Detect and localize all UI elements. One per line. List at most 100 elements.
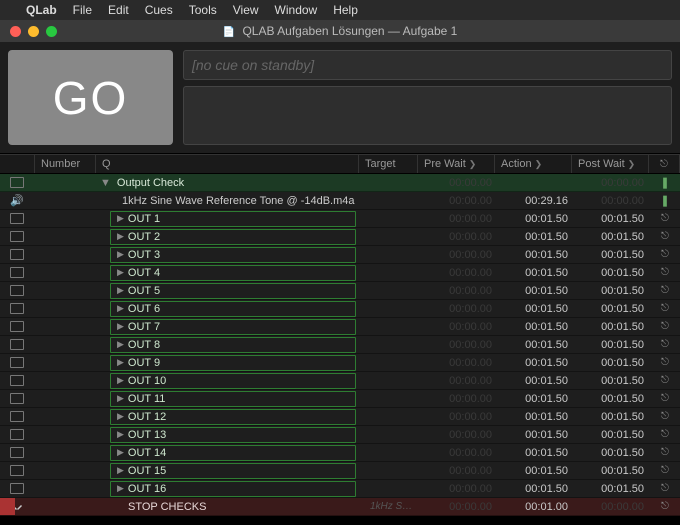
action-value[interactable]: 00:01.50: [498, 213, 574, 225]
action-value[interactable]: 00:29.16: [498, 195, 574, 207]
continue-mode-icon[interactable]: ⎋: [661, 357, 669, 368]
cue-name-box[interactable]: ▶OUT 16: [110, 481, 356, 497]
cue-name-box[interactable]: ▶OUT 5: [110, 283, 356, 299]
action-value[interactable]: 00:01.50: [498, 285, 574, 297]
postwait-value[interactable]: 00:01.50: [574, 447, 650, 459]
prewait-value[interactable]: 00:00.00: [422, 285, 498, 297]
action-value[interactable]: 00:01.50: [498, 231, 574, 243]
menu-edit[interactable]: Edit: [108, 3, 129, 17]
cue-name-box[interactable]: ▶OUT 1: [110, 211, 356, 227]
continue-mode-icon[interactable]: ⎋: [661, 411, 669, 422]
prewait-value[interactable]: 00:00.00: [422, 267, 498, 279]
prewait-value[interactable]: 00:00.00: [422, 177, 498, 189]
prewait-value[interactable]: 00:00.00: [422, 447, 498, 459]
disclosure-right-icon[interactable]: ▶: [117, 465, 124, 476]
fade-cue-row[interactable]: ▶OUT 700:00.0000:01.5000:01.50⎋: [0, 318, 680, 336]
menu-file[interactable]: File: [73, 3, 92, 17]
fade-cue-row[interactable]: ▶OUT 400:00.0000:01.5000:01.50⎋: [0, 264, 680, 282]
postwait-value[interactable]: 00:01.50: [574, 339, 650, 351]
menu-view[interactable]: View: [233, 3, 259, 17]
col-continue[interactable]: ⎋: [649, 155, 680, 173]
window-zoom-button[interactable]: [46, 26, 57, 37]
cue-list[interactable]: ▼Output Check 00:00.00 00:00.00 ❚ 🔊 1kHz…: [0, 174, 680, 516]
action-value[interactable]: 00:01.50: [498, 411, 574, 423]
prewait-value[interactable]: 00:00.00: [422, 339, 498, 351]
continue-mode-icon[interactable]: ❚: [660, 194, 669, 207]
disclosure-right-icon[interactable]: ▶: [117, 231, 124, 242]
continue-mode-icon[interactable]: ⎋: [661, 231, 669, 242]
prewait-value[interactable]: 00:00.00: [422, 465, 498, 477]
col-prewait[interactable]: Pre Wait❯: [418, 155, 495, 173]
fade-cue-row[interactable]: ▶OUT 1600:00.0000:01.5000:01.50⎋: [0, 480, 680, 498]
disclosure-right-icon[interactable]: ▶: [117, 411, 124, 422]
fade-cue-row[interactable]: ▶OUT 900:00.0000:01.5000:01.50⎋: [0, 354, 680, 372]
fade-cue-row[interactable]: ▶OUT 100:00.0000:01.5000:01.50⎋: [0, 210, 680, 228]
postwait-value[interactable]: 00:01.50: [574, 411, 650, 423]
continue-mode-icon[interactable]: ⎋: [661, 465, 669, 476]
action-value[interactable]: 00:01.50: [498, 321, 574, 333]
disclosure-right-icon[interactable]: ▶: [117, 339, 124, 350]
continue-mode-icon[interactable]: ⎋: [661, 393, 669, 404]
window-titlebar[interactable]: 📄 QLAB Aufgaben Lösungen — Aufgabe 1: [0, 20, 680, 42]
disclosure-right-icon[interactable]: ▶: [117, 393, 124, 404]
postwait-value[interactable]: 00:00.00: [574, 501, 650, 513]
continue-mode-icon[interactable]: ⎋: [661, 213, 669, 224]
cue-name-box[interactable]: ▶OUT 14: [110, 445, 356, 461]
continue-mode-icon[interactable]: ⎋: [661, 339, 669, 350]
continue-mode-icon[interactable]: ⎋: [661, 285, 669, 296]
fade-cue-row[interactable]: ▶OUT 500:00.0000:01.5000:01.50⎋: [0, 282, 680, 300]
cue-name-box[interactable]: ▶OUT 4: [110, 265, 356, 281]
fade-cue-row[interactable]: ▶OUT 1100:00.0000:01.5000:01.50⎋: [0, 390, 680, 408]
disclosure-right-icon[interactable]: ▶: [117, 249, 124, 260]
menu-cues[interactable]: Cues: [145, 3, 173, 17]
postwait-value[interactable]: 00:01.50: [574, 321, 650, 333]
postwait-value[interactable]: 00:01.50: [574, 267, 650, 279]
prewait-value[interactable]: 00:00.00: [422, 321, 498, 333]
prewait-value[interactable]: 00:00.00: [422, 357, 498, 369]
cue-name-box[interactable]: ▶OUT 15: [110, 463, 356, 479]
action-value[interactable]: 00:01.50: [498, 303, 574, 315]
app-menu[interactable]: QLab: [26, 3, 57, 17]
action-value[interactable]: 00:01.50: [498, 339, 574, 351]
target-value[interactable]: 1kHz S…: [364, 501, 422, 512]
prewait-value[interactable]: 00:00.00: [422, 231, 498, 243]
cue-name-box[interactable]: ▶OUT 2: [110, 229, 356, 245]
postwait-value[interactable]: 00:00.00: [574, 177, 650, 189]
menu-help[interactable]: Help: [333, 3, 358, 17]
cue-name-box[interactable]: ▶OUT 13: [110, 427, 356, 443]
prewait-value[interactable]: 00:00.00: [422, 411, 498, 423]
action-value[interactable]: 00:01.50: [498, 465, 574, 477]
postwait-value[interactable]: 00:01.50: [574, 465, 650, 477]
col-number[interactable]: Number: [35, 155, 96, 173]
postwait-value[interactable]: 00:01.50: [574, 249, 650, 261]
window-minimize-button[interactable]: [28, 26, 39, 37]
cue-name-box[interactable]: ▶OUT 9: [110, 355, 356, 371]
disclosure-down-icon[interactable]: ▼: [100, 177, 111, 189]
postwait-value[interactable]: 00:00.00: [574, 195, 650, 207]
fade-cue-row[interactable]: ▶OUT 300:00.0000:01.5000:01.50⎋: [0, 246, 680, 264]
col-target[interactable]: Target: [359, 155, 418, 173]
prewait-value[interactable]: 00:00.00: [422, 393, 498, 405]
cue-name-box[interactable]: ▶OUT 3: [110, 247, 356, 263]
postwait-value[interactable]: 00:01.50: [574, 375, 650, 387]
postwait-value[interactable]: 00:01.50: [574, 429, 650, 441]
macos-menubar[interactable]: QLab File Edit Cues Tools View Window He…: [0, 0, 680, 20]
continue-mode-icon[interactable]: ⎋: [661, 321, 669, 332]
prewait-value[interactable]: 00:00.00: [422, 375, 498, 387]
prewait-value[interactable]: 00:00.00: [422, 195, 498, 207]
disclosure-right-icon[interactable]: ▶: [117, 447, 124, 458]
continue-mode-icon[interactable]: ⎋: [661, 483, 669, 494]
continue-mode-icon[interactable]: ⎋: [661, 303, 669, 314]
postwait-value[interactable]: 00:01.50: [574, 213, 650, 225]
col-action[interactable]: Action❯: [495, 155, 572, 173]
continue-mode-icon[interactable]: ⎋: [661, 375, 669, 386]
cue-notes-field[interactable]: [183, 86, 672, 145]
prewait-value[interactable]: 00:00.00: [422, 213, 498, 225]
action-value[interactable]: 00:01.00: [498, 501, 574, 513]
menu-tools[interactable]: Tools: [189, 3, 217, 17]
col-type[interactable]: [0, 155, 35, 173]
postwait-value[interactable]: 00:01.50: [574, 393, 650, 405]
cue-name-box[interactable]: ▶OUT 10: [110, 373, 356, 389]
prewait-value[interactable]: 00:00.00: [422, 501, 498, 513]
menu-window[interactable]: Window: [275, 3, 318, 17]
